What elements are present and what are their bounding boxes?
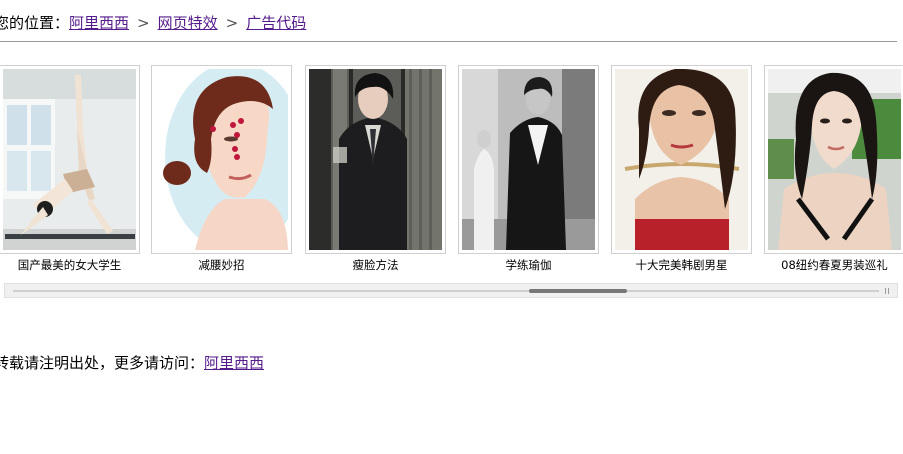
scrollbar-track[interactable] — [13, 290, 879, 292]
breadcrumb-separator: > — [137, 14, 150, 32]
gallery-photo[interactable] — [615, 69, 748, 250]
image-gallery: 国产最美的女大学生 减腰妙招 瘦脸方法 学练瑜伽 十大完美韩剧男星 08纽约春夏… — [0, 64, 903, 279]
scrollbar-thumb[interactable] — [529, 289, 627, 293]
breadcrumb-link-home[interactable]: 阿里西西 — [69, 14, 129, 32]
gallery-photo[interactable] — [155, 69, 288, 250]
footer-note: 转载请注明出处，更多请访问：阿里西西 — [0, 352, 264, 374]
gallery-item[interactable]: 08纽约春夏男装巡礼 — [764, 64, 903, 279]
gallery-caption[interactable]: 瘦脸方法 — [299, 257, 452, 273]
gallery-photo[interactable] — [309, 69, 442, 250]
gallery-caption[interactable]: 十大完美韩剧男星 — [605, 257, 758, 273]
breadcrumb-link-effects[interactable]: 网页特效 — [158, 14, 218, 32]
gallery-photo-frame[interactable] — [611, 65, 752, 254]
breadcrumb-link-ad-code[interactable]: 广告代码 — [246, 14, 306, 32]
gallery-item[interactable]: 国产最美的女大学生 — [0, 64, 152, 279]
scrollbar-grip-icon — [885, 288, 891, 294]
footer-text: 转载请注明出处，更多请访问： — [0, 354, 205, 372]
gallery-caption[interactable]: 国产最美的女大学生 — [0, 257, 146, 273]
gallery-item[interactable]: 学练瑜伽 — [458, 64, 611, 279]
breadcrumb-separator: > — [225, 14, 239, 32]
header-divider — [0, 41, 897, 42]
footer-link[interactable]: 阿里西西 — [204, 354, 264, 372]
gallery-scrollbar[interactable] — [4, 283, 898, 298]
gallery-photo-frame[interactable] — [151, 65, 292, 254]
gallery-photo[interactable] — [462, 69, 595, 250]
breadcrumb-prefix: 您的位置： — [0, 14, 70, 32]
gallery-caption[interactable]: 减腰妙招 — [145, 257, 298, 273]
gallery-photo-frame[interactable] — [0, 65, 140, 254]
gallery-photo[interactable] — [768, 69, 901, 250]
gallery-caption[interactable]: 学练瑜伽 — [452, 257, 605, 273]
gallery-photo-frame[interactable] — [764, 65, 903, 254]
gallery-item[interactable]: 十大完美韩剧男星 — [611, 64, 764, 279]
breadcrumb: 您的位置：阿里西西 > 网页特效 > 广告代码 — [0, 12, 306, 34]
gallery-caption[interactable]: 08纽约春夏男装巡礼 — [758, 257, 903, 273]
gallery-photo-frame[interactable] — [305, 65, 446, 254]
gallery-item[interactable]: 瘦脸方法 — [305, 64, 458, 279]
gallery-photo-frame[interactable] — [458, 65, 599, 254]
gallery-item[interactable]: 减腰妙招 — [151, 64, 304, 279]
gallery-photo[interactable] — [3, 69, 136, 250]
